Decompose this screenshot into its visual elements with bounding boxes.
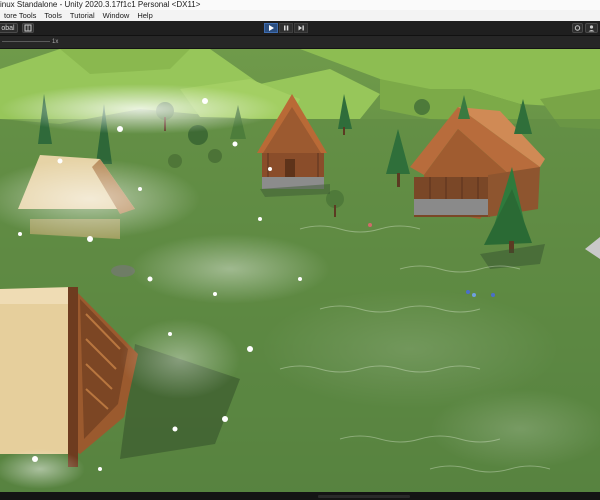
account-icon [588,25,595,32]
pivot-global-toggle[interactable]: obal [0,23,18,33]
grid-snap-icon [24,24,32,32]
playmode-controls [264,23,308,33]
scale-slider[interactable] [2,41,50,42]
main-toolbar: obal [0,21,600,36]
horizontal-scrollbar[interactable] [318,495,410,498]
menu-asset-store-tools[interactable]: tore Tools [0,10,40,21]
scale-value: 1x [52,39,59,45]
menu-tutorial[interactable]: Tutorial [66,10,99,21]
collab-button[interactable] [572,23,583,33]
account-button[interactable] [585,23,598,33]
step-button[interactable] [294,23,308,33]
play-icon [269,25,274,31]
pause-icon [284,25,289,31]
game-view-footer [0,492,600,500]
game-viewport[interactable] [0,49,600,492]
play-button[interactable] [264,23,278,33]
menu-window[interactable]: Window [99,10,134,21]
window-title-bar: inux Standalone - Unity 2020.3.17f1c1 Pe… [0,0,600,10]
pause-button[interactable] [279,23,293,33]
menu-bar: tore Tools Tools Tutorial Window Help [0,10,600,21]
menu-tools[interactable]: Tools [40,10,66,21]
cloud-icon [574,25,581,31]
pivot-global-label: obal [1,25,15,32]
window-title: inux Standalone - Unity 2020.3.17f1c1 Pe… [0,0,201,9]
menu-help[interactable]: Help [133,10,156,21]
step-icon [298,25,304,31]
game-scene [0,49,600,492]
game-view-header: 1x [0,36,600,49]
grid-snap-button[interactable] [22,23,34,33]
